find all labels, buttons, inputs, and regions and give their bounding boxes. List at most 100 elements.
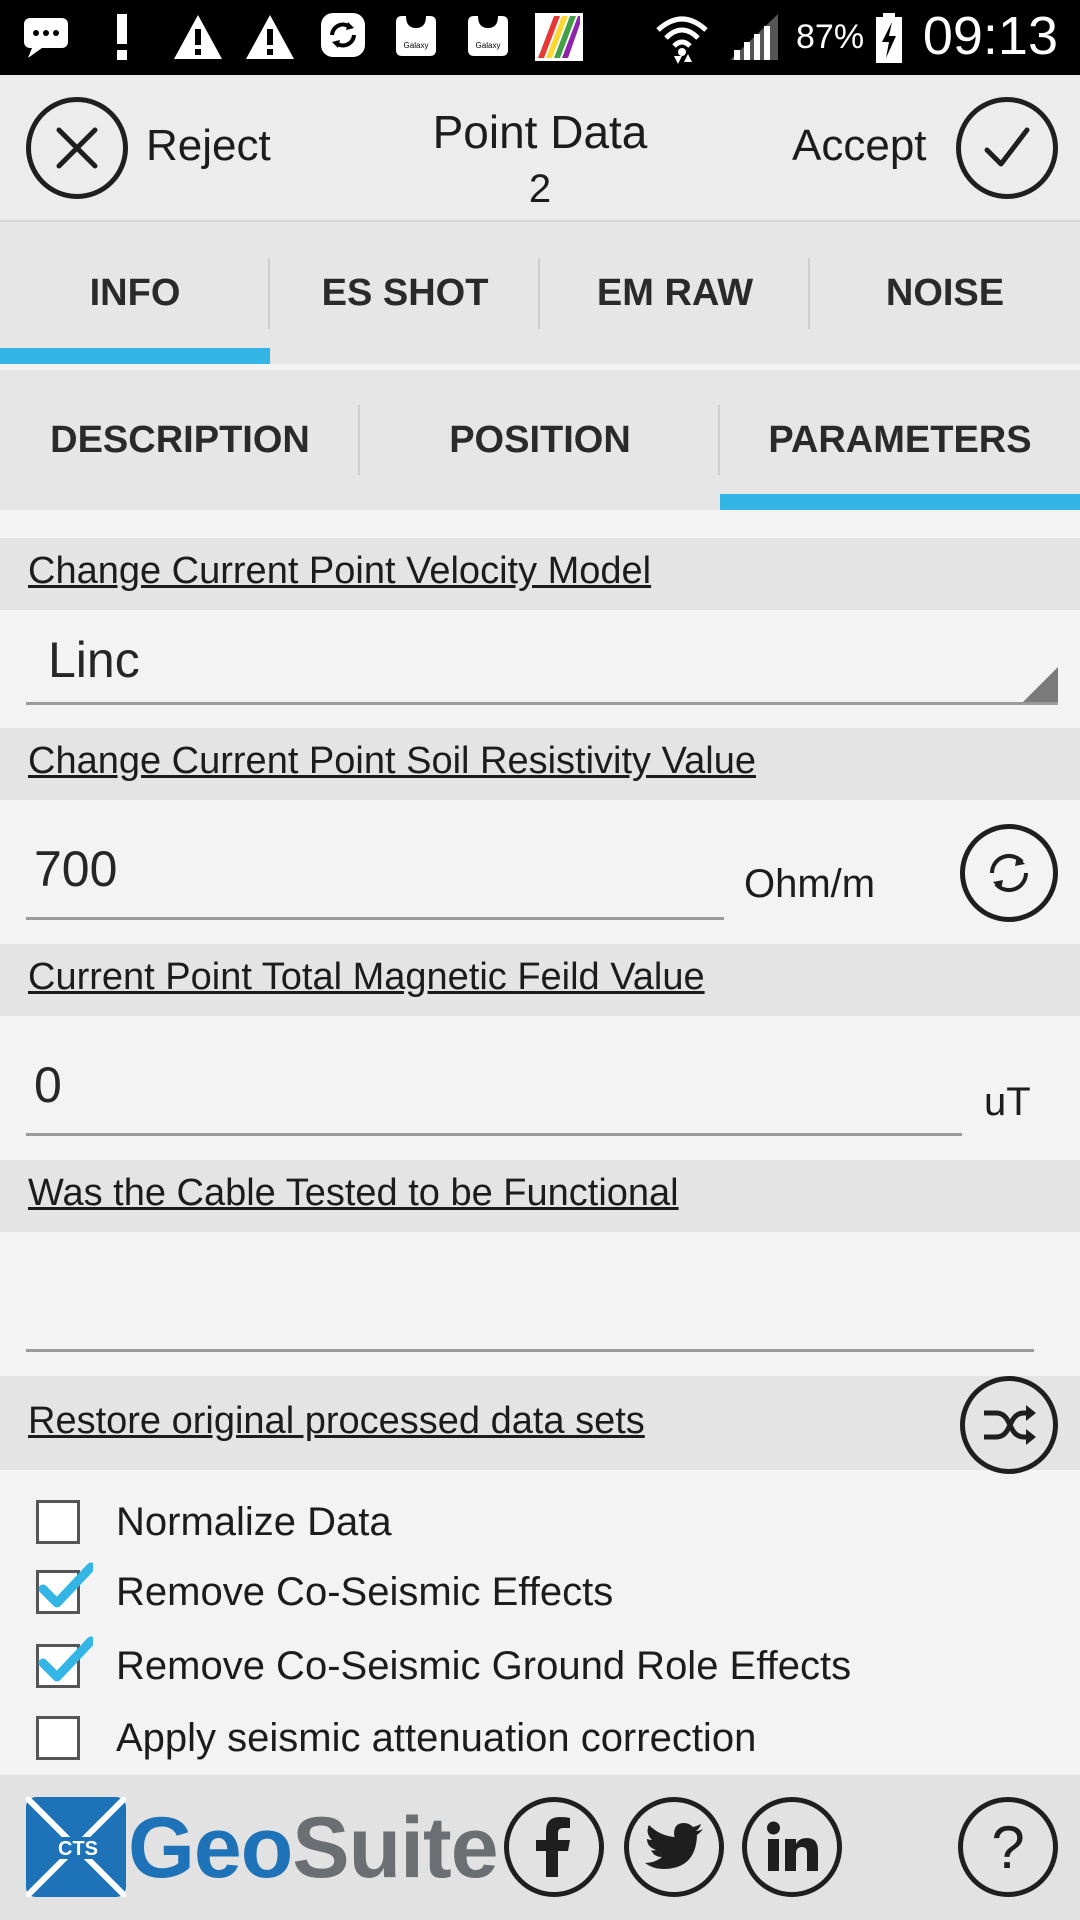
signal-icon <box>728 12 780 62</box>
magnetic-unit: uT <box>984 1080 1031 1124</box>
cable-section-header: Was the Cable Tested to be Functional <box>0 1160 1080 1232</box>
velocity-section-header: Change Current Point Velocity Model <box>0 538 1080 610</box>
page-subtitle: 2 <box>528 167 552 211</box>
brand-name: GeoSuite <box>128 1799 499 1898</box>
velocity-model-select[interactable]: Linc <box>26 615 1058 705</box>
tab-es-shot[interactable]: ES SHOT <box>270 222 540 364</box>
tab-parameters[interactable]: PARAMETERS <box>720 370 1080 510</box>
option-remove-co-seismic[interactable]: Remove Co-Seismic Effects <box>36 1562 613 1622</box>
field-underline <box>26 702 1058 705</box>
message-icon <box>22 12 70 60</box>
tab-em-raw[interactable]: EM RAW <box>540 222 810 364</box>
help-icon: ? <box>991 1813 1025 1881</box>
accept-label[interactable]: Accept <box>792 121 927 171</box>
brand-text-part: Geo <box>128 1800 293 1896</box>
brand-text-part: Suite <box>292 1800 498 1896</box>
primary-tabs: INFO ES SHOT EM RAW NOISE <box>0 222 1080 364</box>
gallery-icon <box>534 12 584 62</box>
refresh-icon <box>989 853 1029 893</box>
battery-charging-icon <box>874 12 904 64</box>
magnetic-value: 0 <box>34 1057 62 1113</box>
option-label: Remove Co-Seismic Effects <box>116 1569 614 1614</box>
alert-icon <box>112 12 132 62</box>
magnetic-section-header: Current Point Total Magnetic Feild Value <box>0 944 1080 1016</box>
brand-text: GeoSuite <box>128 1800 499 1896</box>
shuffle-icon <box>984 1405 1036 1445</box>
option-label: Apply seismic attenuation correction <box>116 1715 757 1760</box>
secondary-tabs: DESCRIPTION POSITION PARAMETERS <box>0 370 1080 510</box>
tab-noise[interactable]: NOISE <box>810 222 1080 364</box>
warning-icon <box>172 12 224 62</box>
soil-label: Change Current Point Soil Resistivity Va… <box>28 740 756 782</box>
svg-text:Galaxy: Galaxy <box>476 41 501 50</box>
field-underline <box>26 917 724 920</box>
header: Reject Point Data 2 Accept <box>0 75 1080 223</box>
tab-label: DESCRIPTION <box>50 418 310 461</box>
shuffle-button[interactable] <box>960 1376 1058 1474</box>
magnetic-field-input[interactable]: 0 <box>26 1046 962 1136</box>
tab-label: POSITION <box>449 418 631 461</box>
tab-info[interactable]: INFO <box>0 222 270 364</box>
option-label: Normalize Data <box>116 1499 392 1544</box>
linkedin-button[interactable] <box>742 1797 842 1897</box>
tab-position[interactable]: POSITION <box>360 370 720 510</box>
wifi-icon <box>654 12 710 64</box>
tab-indicator <box>0 348 270 364</box>
battery-percent: 87% <box>796 18 865 56</box>
status-bar: Galaxy Galaxy 87% 09:13 <box>0 0 1080 75</box>
checkbox-checked[interactable] <box>36 1636 93 1688</box>
tab-label: ES SHOT <box>321 271 489 314</box>
soil-section-header: Change Current Point Soil Resistivity Va… <box>0 728 1080 800</box>
footer: CTS GeoSuite ? <box>0 1775 1080 1920</box>
magnetic-label: Current Point Total Magnetic Feild Value <box>28 956 705 998</box>
option-label: Remove Co-Seismic Ground Role Effects <box>116 1643 852 1688</box>
soil-value: 700 <box>34 841 118 897</box>
page-title: Point Data <box>432 106 648 158</box>
refresh-button[interactable] <box>960 824 1058 922</box>
galaxy-icon: Galaxy <box>392 12 440 60</box>
restore-section: Restore original processed data sets <box>0 1376 1080 1470</box>
tab-label: INFO <box>89 271 181 314</box>
checkbox-checked[interactable] <box>36 1562 93 1614</box>
reject-button[interactable] <box>26 97 128 199</box>
soil-unit: Ohm/m <box>744 862 876 906</box>
option-normalize[interactable]: Normalize Data <box>36 1492 392 1552</box>
tab-label: PARAMETERS <box>768 418 1032 461</box>
help-button[interactable]: ? <box>958 1797 1058 1897</box>
option-remove-ground-role[interactable]: Remove Co-Seismic Ground Role Effects <box>36 1636 851 1696</box>
facebook-icon <box>536 1817 570 1877</box>
velocity-label: Change Current Point Velocity Model <box>28 550 652 592</box>
facebook-button[interactable] <box>504 1797 604 1897</box>
reject-label[interactable]: Reject <box>146 121 271 171</box>
velocity-value: Linc <box>48 632 140 688</box>
tab-indicator <box>720 494 1080 510</box>
linkedin-icon <box>767 1821 818 1871</box>
cable-tested-select[interactable] <box>26 1250 1034 1352</box>
dropdown-arrow-icon <box>1020 667 1058 705</box>
field-underline <box>26 1133 962 1136</box>
tab-label: NOISE <box>885 271 1005 314</box>
soil-resistivity-input[interactable]: 700 <box>26 830 724 920</box>
checkmark-icon <box>38 1636 93 1682</box>
close-icon <box>56 127 98 169</box>
cable-label: Was the Cable Tested to be Functional <box>28 1172 679 1214</box>
restore-label: Restore original processed data sets <box>28 1400 645 1442</box>
svg-text:CTS: CTS <box>58 1838 98 1860</box>
galaxy-icon: Galaxy <box>464 12 512 60</box>
checkbox[interactable] <box>36 1500 80 1544</box>
svg-text:Galaxy: Galaxy <box>404 41 429 50</box>
field-underline <box>26 1349 1034 1352</box>
check-icon <box>984 127 1030 167</box>
cts-logo: CTS <box>23 1794 129 1900</box>
clock: 09:13 <box>922 6 1058 66</box>
twitter-icon <box>645 1823 703 1869</box>
accept-button[interactable] <box>956 97 1058 199</box>
tab-description[interactable]: DESCRIPTION <box>0 370 360 510</box>
twitter-button[interactable] <box>624 1797 724 1897</box>
option-attenuation-correction[interactable]: Apply seismic attenuation correction <box>36 1708 756 1768</box>
checkmark-icon <box>38 1562 93 1608</box>
sync-icon <box>320 12 366 58</box>
tab-label: EM RAW <box>596 271 754 314</box>
checkbox[interactable] <box>36 1716 80 1760</box>
warning-icon <box>244 12 296 62</box>
